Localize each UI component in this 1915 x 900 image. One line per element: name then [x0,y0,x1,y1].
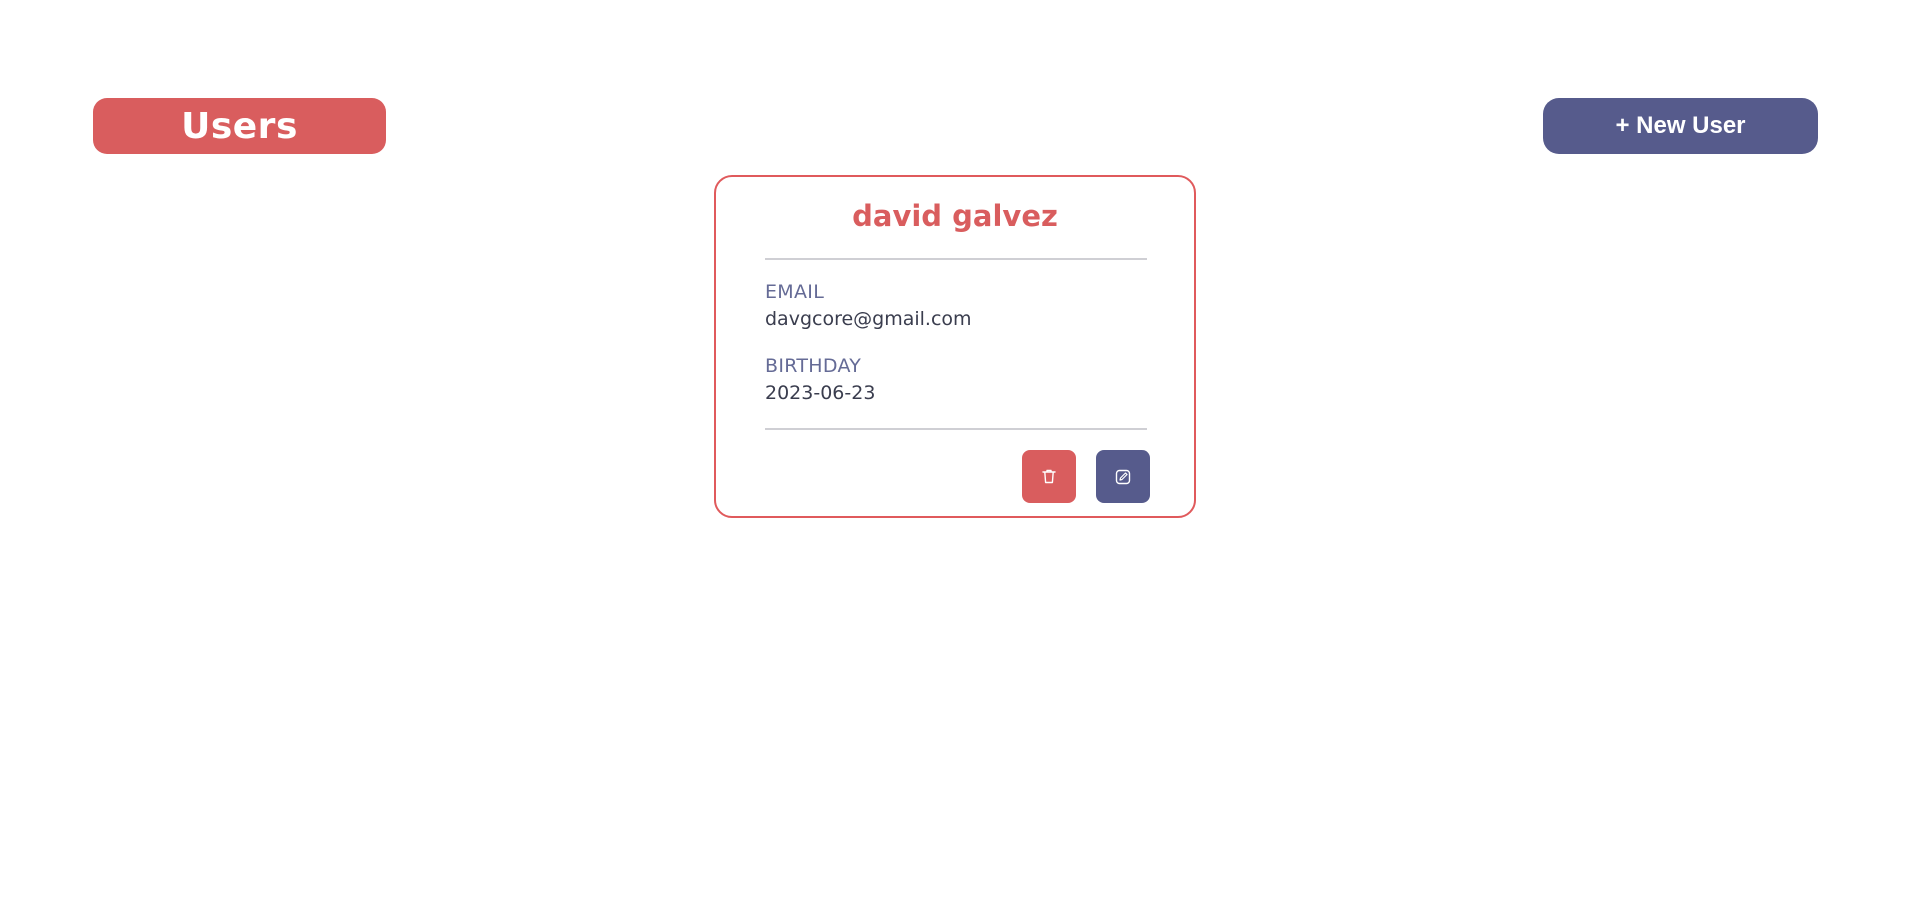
edit-icon [1115,469,1131,484]
email-value: davgcore@gmail.com [765,308,972,330]
edit-user-button[interactable] [1096,450,1150,503]
birthday-label: BIRTHDAY [765,355,862,377]
new-user-button-label: + New User [1615,112,1746,139]
card-divider-bottom [765,428,1147,430]
new-user-button[interactable]: + New User [1543,98,1818,154]
email-label: EMAIL [765,281,825,303]
user-name: david galvez [852,199,1058,233]
page-title-text: Users [181,105,298,147]
page-title: Users [93,98,386,154]
card-divider-top [765,258,1147,260]
delete-user-button[interactable] [1022,450,1076,503]
trash-icon [1042,469,1056,484]
user-card: david galvez EMAIL davgcore@gmail.com BI… [714,175,1196,518]
users-page: Users + New User david galvez EMAIL davg… [0,0,1915,900]
birthday-value: 2023-06-23 [765,382,876,404]
